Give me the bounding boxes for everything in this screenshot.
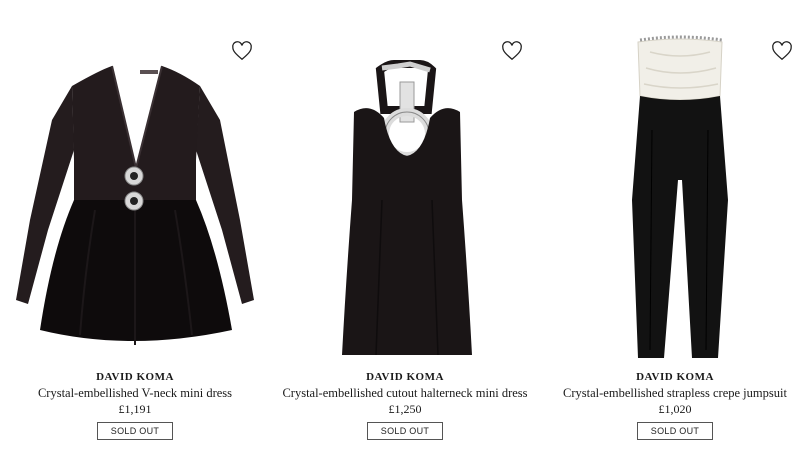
product-price: £1,191 xyxy=(118,402,152,416)
sold-out-button[interactable]: SOLD OUT xyxy=(367,422,443,440)
wishlist-heart-icon[interactable] xyxy=(231,40,253,62)
product-brand[interactable]: DAVID KOMA xyxy=(0,371,270,383)
product-brand[interactable]: DAVID KOMA xyxy=(270,371,540,383)
product-brand[interactable]: DAVID KOMA xyxy=(540,371,800,383)
product-card[interactable]: DAVID KOMA Crystal-embellished strapless… xyxy=(540,0,800,464)
product-name[interactable]: Crystal-embellished strapless crepe jump… xyxy=(540,386,800,401)
product-image-halterneck-dress[interactable] xyxy=(270,0,540,365)
sold-out-button[interactable]: SOLD OUT xyxy=(97,422,173,440)
sold-out-button[interactable]: SOLD OUT xyxy=(637,422,713,440)
product-price: £1,020 xyxy=(658,402,692,416)
product-image-strapless-jumpsuit[interactable] xyxy=(540,0,800,365)
product-image-v-neck-dress[interactable] xyxy=(0,0,270,365)
wishlist-heart-icon[interactable] xyxy=(501,40,523,62)
product-card[interactable]: DAVID KOMA Crystal-embellished cutout ha… xyxy=(270,0,540,464)
product-name[interactable]: Crystal-embellished V-neck mini dress xyxy=(0,386,270,401)
product-card[interactable]: DAVID KOMA Crystal-embellished V-neck mi… xyxy=(0,0,270,464)
product-price: £1,250 xyxy=(388,402,422,416)
product-grid: DAVID KOMA Crystal-embellished V-neck mi… xyxy=(0,0,800,464)
wishlist-heart-icon[interactable] xyxy=(771,40,793,62)
product-name[interactable]: Crystal-embellished cutout halterneck mi… xyxy=(270,386,540,401)
